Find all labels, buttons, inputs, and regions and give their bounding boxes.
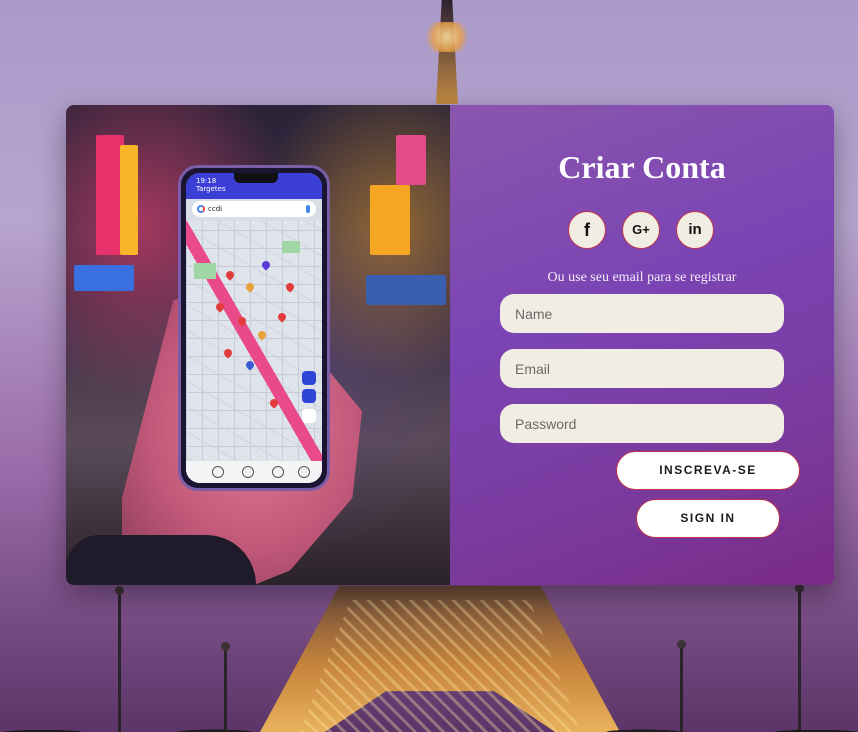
phone-screen: 19:18 Targetes ccdi bbox=[186, 173, 322, 483]
phone-search-bar: ccdi bbox=[192, 201, 316, 217]
facebook-icon: f bbox=[584, 220, 590, 240]
map-pin bbox=[236, 315, 248, 327]
map-pin bbox=[284, 281, 296, 293]
google-icon bbox=[197, 205, 205, 213]
map-pin bbox=[268, 397, 280, 409]
linkedin-button[interactable]: in bbox=[676, 211, 714, 249]
map-park bbox=[194, 263, 216, 279]
linkedin-icon: in bbox=[688, 221, 702, 238]
nav-search-icon bbox=[298, 466, 310, 478]
eiffel-tower-top bbox=[436, 0, 458, 104]
neon-sign bbox=[120, 145, 138, 255]
zoom-button-icon bbox=[302, 409, 316, 423]
map-view bbox=[186, 221, 322, 483]
neon-sign bbox=[396, 135, 426, 185]
tree-line bbox=[0, 690, 858, 732]
name-field[interactable] bbox=[500, 294, 784, 333]
map-pin bbox=[224, 269, 236, 281]
map-pin bbox=[256, 329, 268, 341]
nav-saved-icon bbox=[272, 466, 284, 478]
map-pin bbox=[244, 281, 256, 293]
sleeve bbox=[66, 535, 256, 585]
signup-form: Criar Conta f G+ in Ou use seu email par… bbox=[450, 105, 834, 585]
map-pin bbox=[222, 347, 234, 359]
google-plus-icon: G+ bbox=[632, 222, 650, 237]
facebook-button[interactable]: f bbox=[568, 211, 606, 249]
form-title: Criar Conta bbox=[558, 149, 726, 185]
location-button-icon bbox=[302, 371, 316, 385]
signin-button[interactable]: SIGN IN bbox=[636, 499, 780, 538]
map-pin bbox=[260, 259, 272, 271]
neon-sign bbox=[366, 275, 446, 305]
tower-lights bbox=[420, 22, 474, 52]
layers-button-icon bbox=[302, 389, 316, 403]
map-pin bbox=[244, 359, 256, 371]
mic-icon bbox=[306, 205, 310, 213]
neon-sign bbox=[370, 185, 410, 255]
phone-search-text: ccdi bbox=[208, 205, 223, 213]
signup-card: 19:18 Targetes ccdi Criar Conta f G+ in … bbox=[66, 105, 834, 585]
phone-status-text: 19:18 Targetes bbox=[196, 177, 226, 193]
hero-photo: 19:18 Targetes ccdi bbox=[66, 105, 450, 585]
signup-button[interactable]: INSCREVA-SE bbox=[616, 451, 800, 490]
neon-sign bbox=[74, 265, 134, 291]
smartphone: 19:18 Targetes ccdi bbox=[178, 165, 330, 491]
map-pin bbox=[276, 311, 288, 323]
phone-notch bbox=[234, 173, 278, 183]
password-field[interactable] bbox=[500, 404, 784, 443]
email-field[interactable] bbox=[500, 349, 784, 388]
google-plus-button[interactable]: G+ bbox=[622, 211, 660, 249]
register-hint: Ou use seu email para se registrar bbox=[547, 270, 737, 285]
nav-home-icon bbox=[212, 466, 224, 478]
map-park bbox=[282, 241, 300, 253]
phone-nav-bar bbox=[186, 461, 322, 483]
nav-tabs-icon bbox=[242, 466, 254, 478]
social-buttons: f G+ in bbox=[568, 211, 718, 251]
map-pin bbox=[214, 301, 226, 313]
